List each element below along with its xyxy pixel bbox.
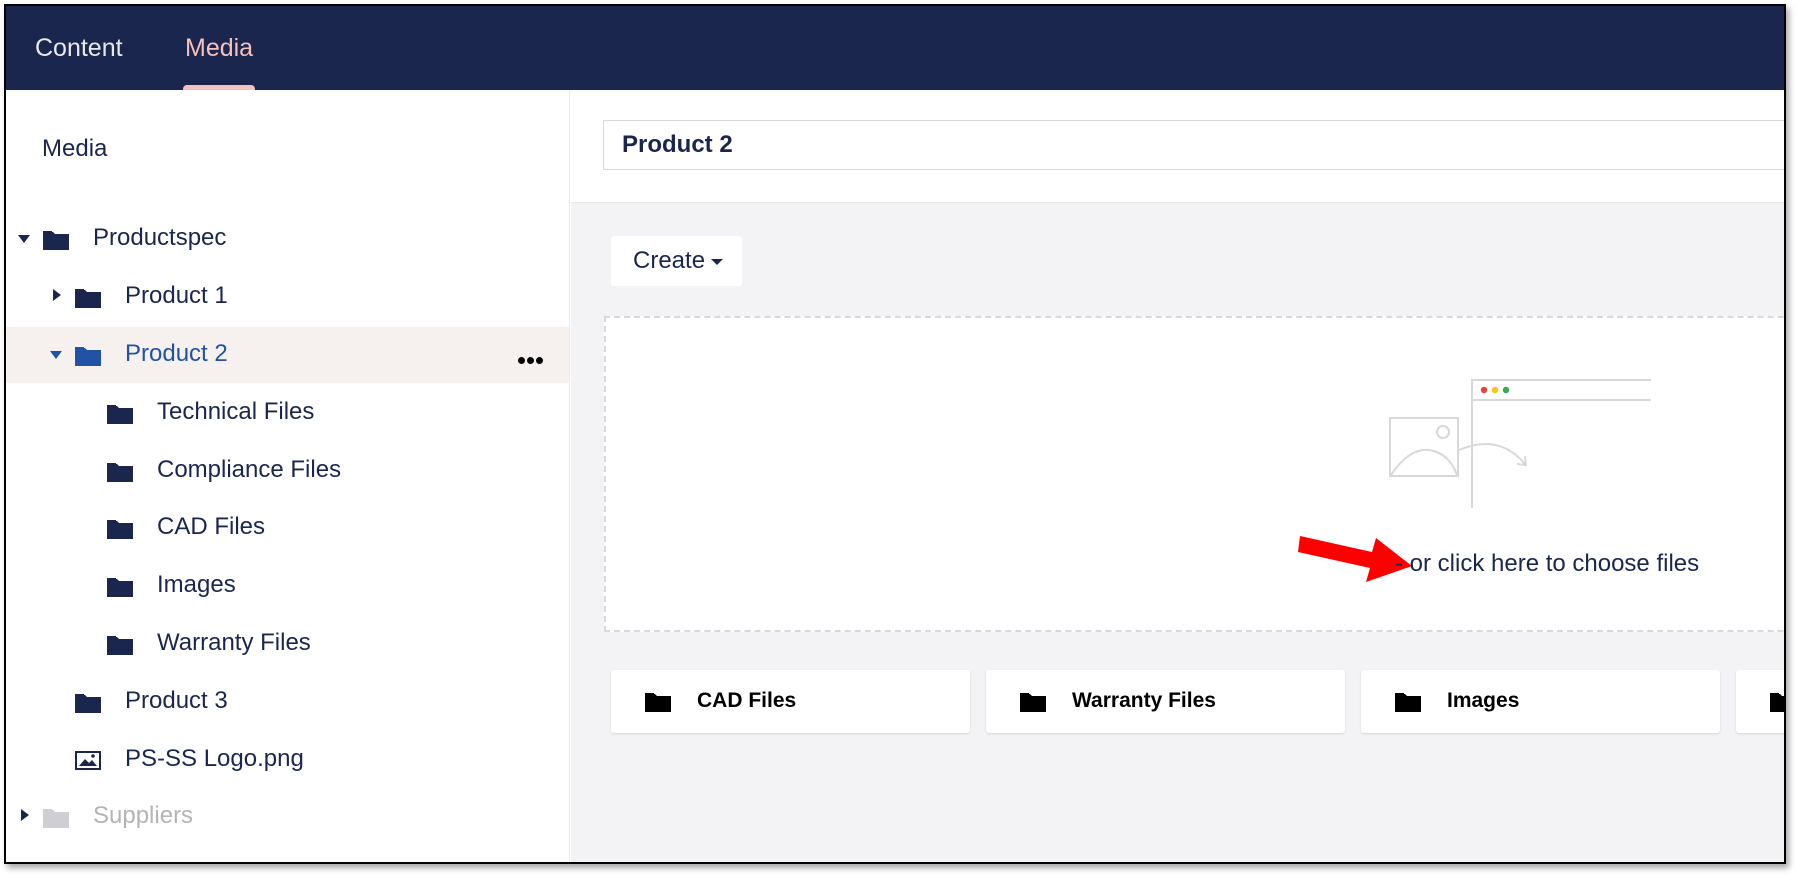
folder-icon: [107, 518, 133, 539]
image-icon: [75, 750, 101, 771]
tree-item-warranty-files[interactable]: Warranty Files: [6, 616, 569, 672]
file-dropzone[interactable]: - or click here to choose files: [604, 316, 1784, 632]
folder-card-cad-files[interactable]: CAD Files: [611, 670, 970, 733]
sidebar-title: Media: [42, 135, 108, 162]
tree-item-label: PS-SS Logo.png: [125, 745, 304, 772]
folder-card-label: CAD Files: [697, 689, 797, 712]
folder-card-label: Warranty Files: [1072, 689, 1216, 712]
tree-item-label: Compliance Files: [157, 456, 342, 483]
tree-item-product-1[interactable]: Product 1: [6, 269, 569, 325]
caret-right-icon[interactable]: [21, 809, 29, 821]
tree-item-ps-ss-logo[interactable]: PS-SS Logo.png: [6, 732, 569, 788]
tree-item-label: Productspec: [93, 224, 227, 251]
caret-down-icon[interactable]: [50, 351, 62, 359]
folder-icon: [43, 807, 69, 828]
tree-item-productspec[interactable]: Productspec: [6, 211, 569, 267]
tree-item-label: Warranty Files: [157, 629, 311, 656]
folder-card-warranty-files[interactable]: Warranty Files: [986, 670, 1345, 733]
more-actions-icon[interactable]: [516, 345, 543, 365]
tree-item-compliance-files[interactable]: Compliance Files: [6, 443, 569, 499]
caret-right-icon[interactable]: [53, 289, 61, 301]
folder-icon: [1020, 691, 1046, 717]
main-content: Create: [571, 90, 1784, 862]
folder-icon: [107, 403, 133, 424]
tree-item-cad-files[interactable]: CAD Files: [6, 500, 569, 556]
tree-item-product-3[interactable]: Product 3: [6, 674, 569, 730]
folder-icon: [75, 287, 101, 308]
tree-item-images[interactable]: Images: [6, 558, 569, 614]
tree-item-product-2[interactable]: Product 2: [6, 327, 569, 383]
choose-files-link[interactable]: - or click here to choose files: [1395, 550, 1699, 578]
folder-card-images[interactable]: Images: [1361, 670, 1720, 733]
create-button-label: Create: [633, 247, 706, 274]
tree-item-label: Images: [157, 571, 236, 598]
caret-down-icon[interactable]: [18, 235, 30, 243]
tree-item-label: Technical Files: [157, 398, 315, 425]
folder-icon: [645, 691, 671, 717]
folder-icon: [107, 634, 133, 655]
upload-illustration-icon: [1389, 378, 1680, 521]
folder-icon: [43, 229, 69, 250]
editor-header: [571, 90, 1784, 203]
tab-content[interactable]: Content: [35, 6, 123, 90]
folder-icon: [107, 576, 133, 597]
tree-item-technical-files[interactable]: Technical Files: [6, 385, 569, 441]
folder-icon: [107, 461, 133, 482]
tree-item-suppliers[interactable]: Suppliers: [6, 789, 569, 845]
media-tree-sidebar: Media Productspec Product 1 Product 2 Te…: [6, 90, 570, 862]
tree-item-label: Suppliers: [93, 802, 194, 829]
caret-down-icon: [711, 258, 724, 265]
create-button[interactable]: Create: [611, 236, 742, 286]
folder-icon: [75, 345, 101, 366]
folder-icon: [1770, 691, 1784, 717]
tree-item-label: Product 2: [125, 340, 228, 367]
media-name-input[interactable]: [603, 120, 1784, 170]
tree-item-label: CAD Files: [157, 513, 266, 540]
tree-item-label: Product 3: [125, 687, 228, 714]
app-window: Content Media Media Productspec Product …: [4, 4, 1786, 864]
tree-item-label: Product 1: [125, 282, 228, 309]
folder-card-label: Images: [1447, 689, 1520, 712]
folder-icon: [1395, 691, 1421, 717]
folder-icon: [75, 692, 101, 713]
top-navigation: Content Media: [6, 6, 1784, 90]
folder-card-partial[interactable]: [1736, 670, 1784, 733]
tab-media[interactable]: Media: [182, 6, 256, 90]
